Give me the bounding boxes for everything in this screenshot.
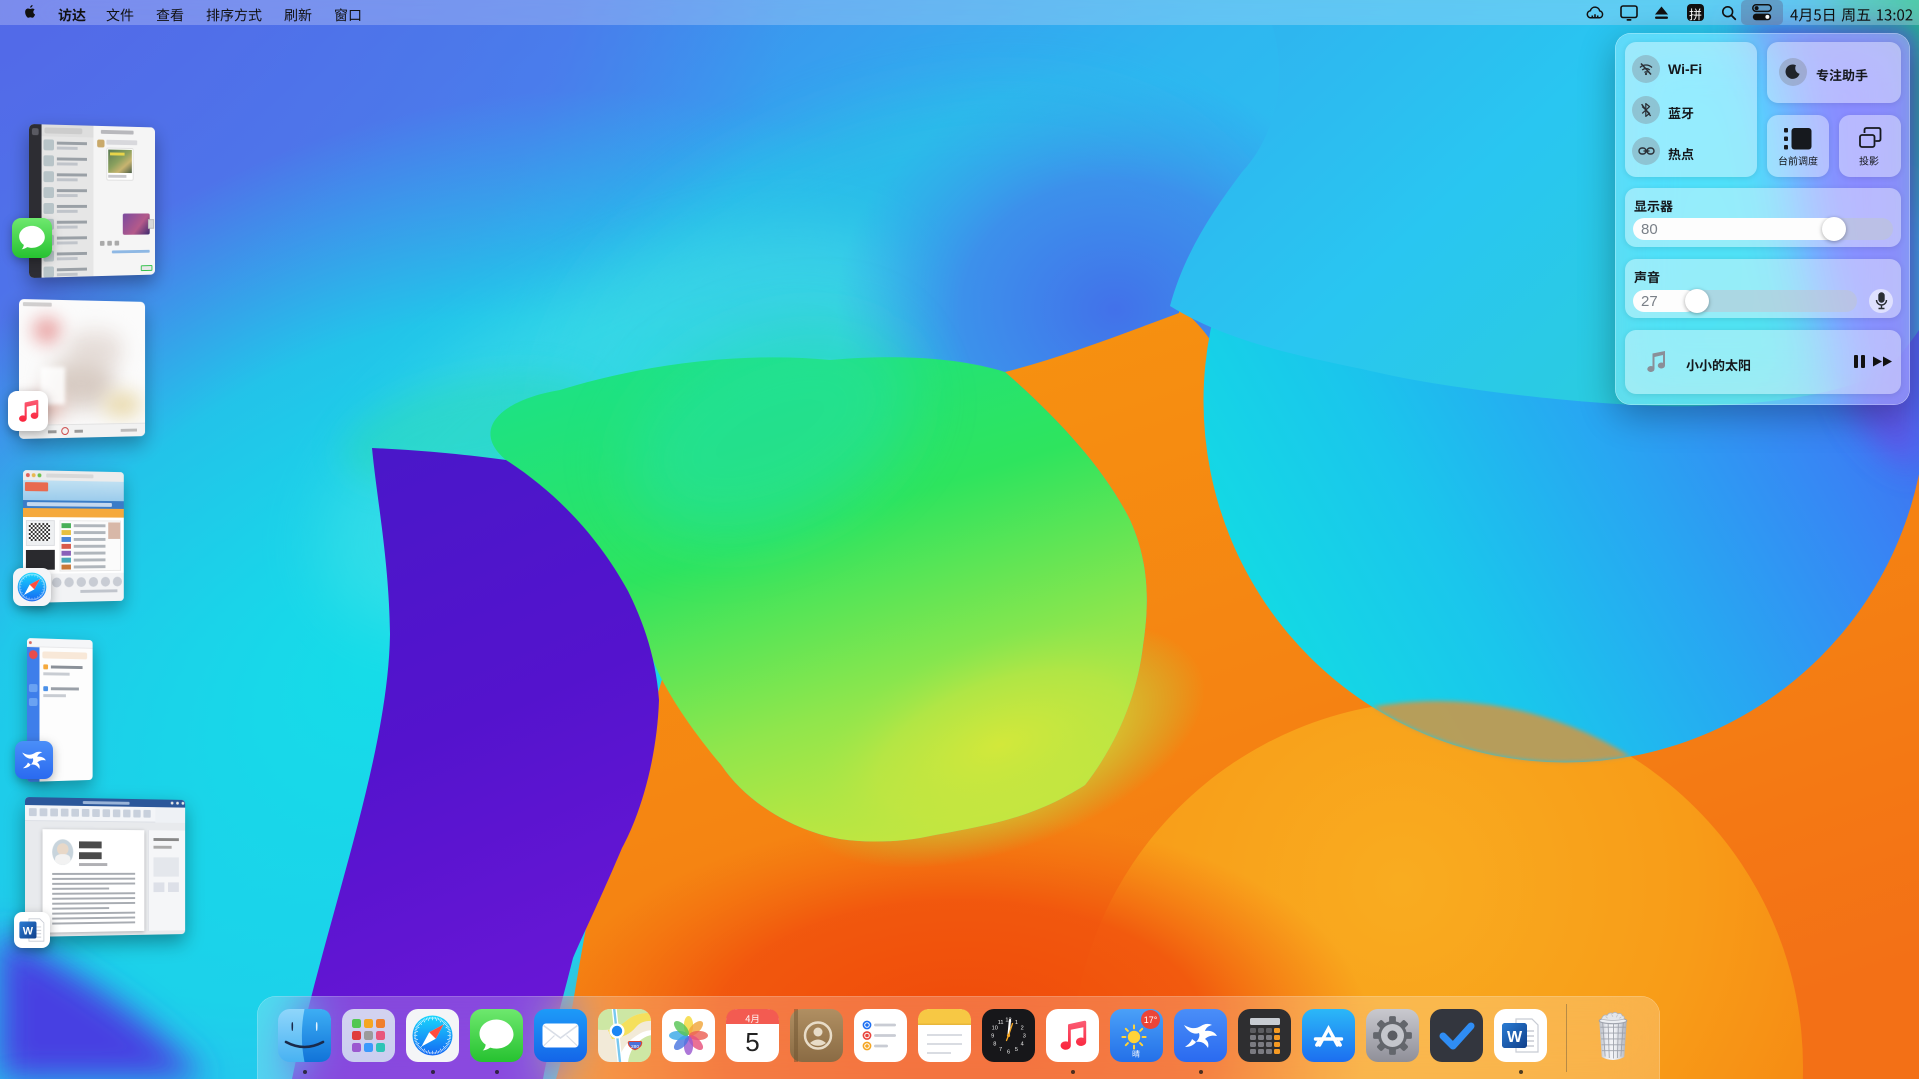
svg-text:8: 8	[993, 1041, 996, 1047]
svg-text:5: 5	[1015, 1047, 1018, 1053]
svg-text:10: 10	[992, 1026, 998, 1032]
svg-text:280: 280	[631, 1044, 639, 1050]
svg-text:W: W	[1507, 1029, 1523, 1046]
svg-text:6: 6	[1007, 1049, 1010, 1055]
svg-text:4: 4	[1021, 1041, 1024, 1047]
svg-text:3: 3	[1023, 1034, 1026, 1040]
svg-text:9: 9	[991, 1034, 994, 1040]
svg-text:2: 2	[1021, 1026, 1024, 1032]
svg-text:1: 1	[1015, 1020, 1018, 1026]
svg-text:7: 7	[999, 1047, 1002, 1053]
svg-text:17°: 17°	[1144, 1015, 1158, 1025]
svg-text:11: 11	[998, 1020, 1004, 1026]
svg-text:5: 5	[745, 1027, 759, 1057]
svg-text:W: W	[23, 925, 34, 937]
